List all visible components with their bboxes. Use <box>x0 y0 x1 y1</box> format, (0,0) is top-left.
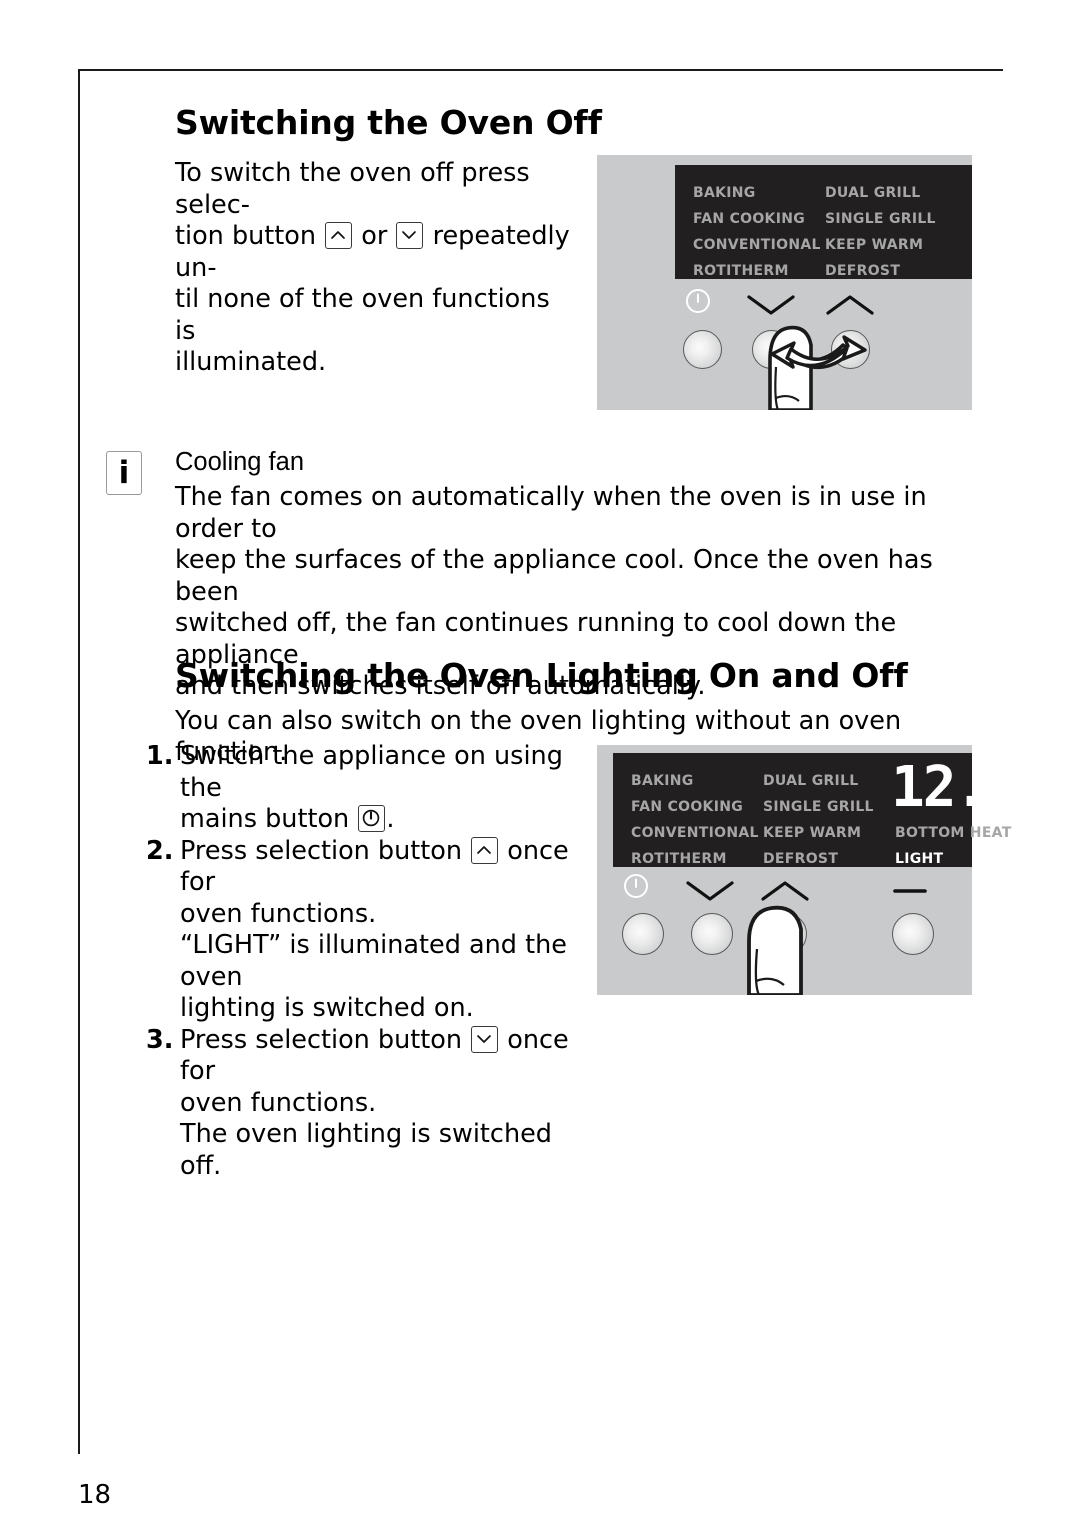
page-number: 18 <box>78 1480 112 1510</box>
down-key-icon <box>396 222 424 249</box>
note-line-2: keep the surfaces of the appliance cool.… <box>175 545 933 607</box>
note-heading: Cooling fan <box>175 448 305 476</box>
list-item-step-3: 3. Press selection button once for oven … <box>146 1025 586 1183</box>
down-key-icon <box>471 1025 499 1053</box>
step-body-2: Press selection button once for oven fun… <box>180 836 586 1025</box>
up-key-icon <box>471 836 499 864</box>
page-title-switching-oven-off: Switching the Oven Off <box>175 103 602 142</box>
intro-paragraph-line-1: To switch the oven off press selec- <box>175 158 530 220</box>
step-2-line-2: oven functions. <box>180 898 377 929</box>
list-item-step-2: 2. Press selection button once for oven … <box>146 836 586 1025</box>
power-key-icon <box>358 805 386 832</box>
step-1-line-2-after: . <box>386 804 395 834</box>
oven-control-panel-lighting: BAKING FAN COOKING CONVENTIONAL ROTITHER… <box>597 745 1011 995</box>
steps-list: 1. Switch the appliance on using the mai… <box>146 741 586 1182</box>
step-3-line-1-before: Press selection button <box>180 1024 471 1055</box>
step-2-line-3: “LIGHT” is illuminated and the oven <box>180 930 567 992</box>
step-body-3: Press selection button once for oven fun… <box>180 1025 586 1183</box>
up-key-icon <box>325 222 353 249</box>
page-top-rule <box>78 69 1003 71</box>
intro-paragraph-line-4: illuminated. <box>175 347 327 377</box>
step-2-line-1-before: Press selection button <box>180 835 471 866</box>
step-body-1: Switch the appliance on using the mains … <box>180 741 586 836</box>
oven-control-panel-off: BAKING FAN COOKING CONVENTIONAL ROTITHER… <box>597 155 972 410</box>
intro-paragraph-line-3: til none of the oven functions is <box>175 284 550 346</box>
step-2-line-4: lighting is switched on. <box>180 993 474 1023</box>
info-icon-glyph: i <box>118 455 130 491</box>
step-3-line-3: The oven lighting is switched off. <box>180 1119 552 1181</box>
step-number-1: 1. <box>146 741 174 771</box>
intro-line2-text-before: tion button <box>175 221 325 251</box>
page-left-rule <box>78 69 80 1454</box>
step-3-line-2: oven functions. <box>180 1087 377 1118</box>
step-number-3: 3. <box>146 1024 174 1055</box>
info-icon: i <box>106 451 142 495</box>
finger-double-arrow-illustration <box>768 325 867 410</box>
intro-line2-text-mid: or <box>353 221 396 251</box>
step-number-2: 2. <box>146 835 174 866</box>
list-item-step-1: 1. Switch the appliance on using the mai… <box>146 741 586 836</box>
step-1-line-2-before: mains button <box>180 804 358 834</box>
page-title-switching-oven-lighting: Switching the Oven Lighting On and Off <box>175 656 908 695</box>
step-1-line-1: Switch the appliance on using the <box>180 741 563 803</box>
manual-page: Switching the Oven Off To switch the ove… <box>0 0 1080 1529</box>
note-line-1: The fan comes on automatically when the … <box>175 482 927 544</box>
finger-pressing-illustration <box>747 905 803 995</box>
intro-paragraph-line-2: tion button or repeatedly un- <box>175 221 575 284</box>
